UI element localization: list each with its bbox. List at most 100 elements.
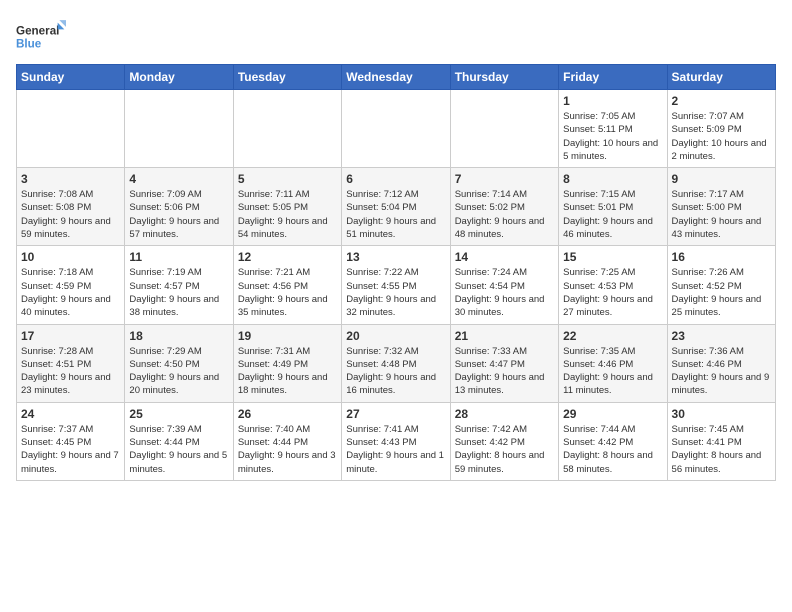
day-number: 8 — [563, 172, 662, 186]
day-number: 19 — [238, 329, 337, 343]
day-number: 22 — [563, 329, 662, 343]
weekday-header: Tuesday — [233, 65, 341, 90]
day-number: 30 — [672, 407, 771, 421]
calendar-week-row: 24 Sunrise: 7:37 AM Sunset: 4:45 PM Dayli… — [17, 402, 776, 480]
calendar-cell: 27 Sunrise: 7:41 AM Sunset: 4:43 PM Dayli… — [342, 402, 450, 480]
day-number: 17 — [21, 329, 120, 343]
day-info: Sunrise: 7:33 AM Sunset: 4:47 PM Dayligh… — [455, 345, 554, 398]
day-number: 20 — [346, 329, 445, 343]
day-info: Sunrise: 7:11 AM Sunset: 5:05 PM Dayligh… — [238, 188, 337, 241]
calendar-cell: 13Sunrise: 7:22 AM Sunset: 4:55 PM Dayli… — [342, 246, 450, 324]
calendar-cell — [450, 90, 558, 168]
weekday-header: Wednesday — [342, 65, 450, 90]
day-number: 7 — [455, 172, 554, 186]
calendar-cell: 22 Sunrise: 7:35 AM Sunset: 4:46 PM Dayli… — [559, 324, 667, 402]
day-number: 14 — [455, 250, 554, 264]
calendar-cell: 15Sunrise: 7:25 AM Sunset: 4:53 PM Dayli… — [559, 246, 667, 324]
day-number: 26 — [238, 407, 337, 421]
calendar-week-row: 3 Sunrise: 7:08 AM Sunset: 5:08 PM Daylig… — [17, 168, 776, 246]
calendar-cell: 26Sunrise: 7:40 AM Sunset: 4:44 PM Dayli… — [233, 402, 341, 480]
weekday-header-row: SundayMondayTuesdayWednesdayThursdayFrid… — [17, 65, 776, 90]
day-info: Sunrise: 7:18 AM Sunset: 4:59 PM Dayligh… — [21, 266, 120, 319]
day-number: 27 — [346, 407, 445, 421]
day-number: 25 — [129, 407, 228, 421]
day-info: Sunrise: 7:44 AM Sunset: 4:42 PM Dayligh… — [563, 423, 662, 476]
day-number: 12 — [238, 250, 337, 264]
calendar-cell: 7 Sunrise: 7:14 AM Sunset: 5:02 PM Daylig… — [450, 168, 558, 246]
calendar-cell: 16 Sunrise: 7:26 AM Sunset: 4:52 PM Dayli… — [667, 246, 775, 324]
calendar-cell: 24 Sunrise: 7:37 AM Sunset: 4:45 PM Dayli… — [17, 402, 125, 480]
logo-svg: General Blue — [16, 16, 66, 56]
day-info: Sunrise: 7:08 AM Sunset: 5:08 PM Dayligh… — [21, 188, 120, 241]
day-info: Sunrise: 7:42 AM Sunset: 4:42 PM Dayligh… — [455, 423, 554, 476]
day-number: 29 — [563, 407, 662, 421]
day-number: 5 — [238, 172, 337, 186]
weekday-header: Monday — [125, 65, 233, 90]
day-number: 3 — [21, 172, 120, 186]
calendar-cell: 5 Sunrise: 7:11 AM Sunset: 5:05 PM Daylig… — [233, 168, 341, 246]
svg-text:Blue: Blue — [16, 38, 42, 51]
day-number: 10 — [21, 250, 120, 264]
calendar-cell: 29 Sunrise: 7:44 AM Sunset: 4:42 PM Dayli… — [559, 402, 667, 480]
calendar-cell: 8 Sunrise: 7:15 AM Sunset: 5:01 PM Daylig… — [559, 168, 667, 246]
weekday-header: Sunday — [17, 65, 125, 90]
calendar-week-row: 17 Sunrise: 7:28 AM Sunset: 4:51 PM Dayli… — [17, 324, 776, 402]
day-info: Sunrise: 7:26 AM Sunset: 4:52 PM Dayligh… — [672, 266, 771, 319]
calendar-cell: 18 Sunrise: 7:29 AM Sunset: 4:50 PM Dayli… — [125, 324, 233, 402]
calendar-cell: 30 Sunrise: 7:45 AM Sunset: 4:41 PM Dayli… — [667, 402, 775, 480]
day-number: 24 — [21, 407, 120, 421]
day-number: 11 — [129, 250, 228, 264]
calendar-cell: 6 Sunrise: 7:12 AM Sunset: 5:04 PM Daylig… — [342, 168, 450, 246]
calendar-cell: 9 Sunrise: 7:17 AM Sunset: 5:00 PM Daylig… — [667, 168, 775, 246]
day-number: 28 — [455, 407, 554, 421]
day-info: Sunrise: 7:07 AM Sunset: 5:09 PM Dayligh… — [672, 110, 771, 163]
calendar-cell: 3 Sunrise: 7:08 AM Sunset: 5:08 PM Daylig… — [17, 168, 125, 246]
calendar-cell: 20 Sunrise: 7:32 AM Sunset: 4:48 PM Dayli… — [342, 324, 450, 402]
svg-text:General: General — [16, 24, 59, 37]
calendar-cell: 17 Sunrise: 7:28 AM Sunset: 4:51 PM Dayli… — [17, 324, 125, 402]
day-info: Sunrise: 7:29 AM Sunset: 4:50 PM Dayligh… — [129, 345, 228, 398]
calendar-cell: 12Sunrise: 7:21 AM Sunset: 4:56 PM Dayli… — [233, 246, 341, 324]
day-number: 6 — [346, 172, 445, 186]
day-number: 16 — [672, 250, 771, 264]
day-info: Sunrise: 7:39 AM Sunset: 4:44 PM Dayligh… — [129, 423, 228, 476]
day-info: Sunrise: 7:31 AM Sunset: 4:49 PM Dayligh… — [238, 345, 337, 398]
day-number: 1 — [563, 94, 662, 108]
day-number: 23 — [672, 329, 771, 343]
day-info: Sunrise: 7:41 AM Sunset: 4:43 PM Dayligh… — [346, 423, 445, 476]
day-info: Sunrise: 7:17 AM Sunset: 5:00 PM Dayligh… — [672, 188, 771, 241]
day-number: 9 — [672, 172, 771, 186]
day-info: Sunrise: 7:35 AM Sunset: 4:46 PM Dayligh… — [563, 345, 662, 398]
page-header: General Blue — [16, 16, 776, 56]
calendar-cell — [342, 90, 450, 168]
calendar-cell: 10 Sunrise: 7:18 AM Sunset: 4:59 PM Dayli… — [17, 246, 125, 324]
day-info: Sunrise: 7:37 AM Sunset: 4:45 PM Dayligh… — [21, 423, 120, 476]
calendar-cell: 19 Sunrise: 7:31 AM Sunset: 4:49 PM Dayli… — [233, 324, 341, 402]
calendar-cell: 14Sunrise: 7:24 AM Sunset: 4:54 PM Dayli… — [450, 246, 558, 324]
day-info: Sunrise: 7:32 AM Sunset: 4:48 PM Dayligh… — [346, 345, 445, 398]
day-info: Sunrise: 7:36 AM Sunset: 4:46 PM Dayligh… — [672, 345, 771, 398]
calendar-cell — [233, 90, 341, 168]
day-info: Sunrise: 7:22 AM Sunset: 4:55 PM Dayligh… — [346, 266, 445, 319]
logo: General Blue — [16, 16, 66, 56]
calendar-cell: 25 Sunrise: 7:39 AM Sunset: 4:44 PM Dayli… — [125, 402, 233, 480]
calendar-cell: 23 Sunrise: 7:36 AM Sunset: 4:46 PM Dayli… — [667, 324, 775, 402]
day-number: 21 — [455, 329, 554, 343]
weekday-header: Thursday — [450, 65, 558, 90]
calendar-cell: 21 Sunrise: 7:33 AM Sunset: 4:47 PM Dayli… — [450, 324, 558, 402]
day-info: Sunrise: 7:28 AM Sunset: 4:51 PM Dayligh… — [21, 345, 120, 398]
calendar-cell: 1 Sunrise: 7:05 AM Sunset: 5:11 PM Daylig… — [559, 90, 667, 168]
day-info: Sunrise: 7:05 AM Sunset: 5:11 PM Dayligh… — [563, 110, 662, 163]
day-info: Sunrise: 7:15 AM Sunset: 5:01 PM Dayligh… — [563, 188, 662, 241]
calendar-cell — [17, 90, 125, 168]
day-info: Sunrise: 7:14 AM Sunset: 5:02 PM Dayligh… — [455, 188, 554, 241]
calendar-cell: 28 Sunrise: 7:42 AM Sunset: 4:42 PM Dayli… — [450, 402, 558, 480]
weekday-header: Friday — [559, 65, 667, 90]
weekday-header: Saturday — [667, 65, 775, 90]
day-info: Sunrise: 7:45 AM Sunset: 4:41 PM Dayligh… — [672, 423, 771, 476]
calendar-week-row: 10 Sunrise: 7:18 AM Sunset: 4:59 PM Dayli… — [17, 246, 776, 324]
day-info: Sunrise: 7:12 AM Sunset: 5:04 PM Dayligh… — [346, 188, 445, 241]
day-number: 4 — [129, 172, 228, 186]
day-number: 18 — [129, 329, 228, 343]
day-info: Sunrise: 7:09 AM Sunset: 5:06 PM Dayligh… — [129, 188, 228, 241]
